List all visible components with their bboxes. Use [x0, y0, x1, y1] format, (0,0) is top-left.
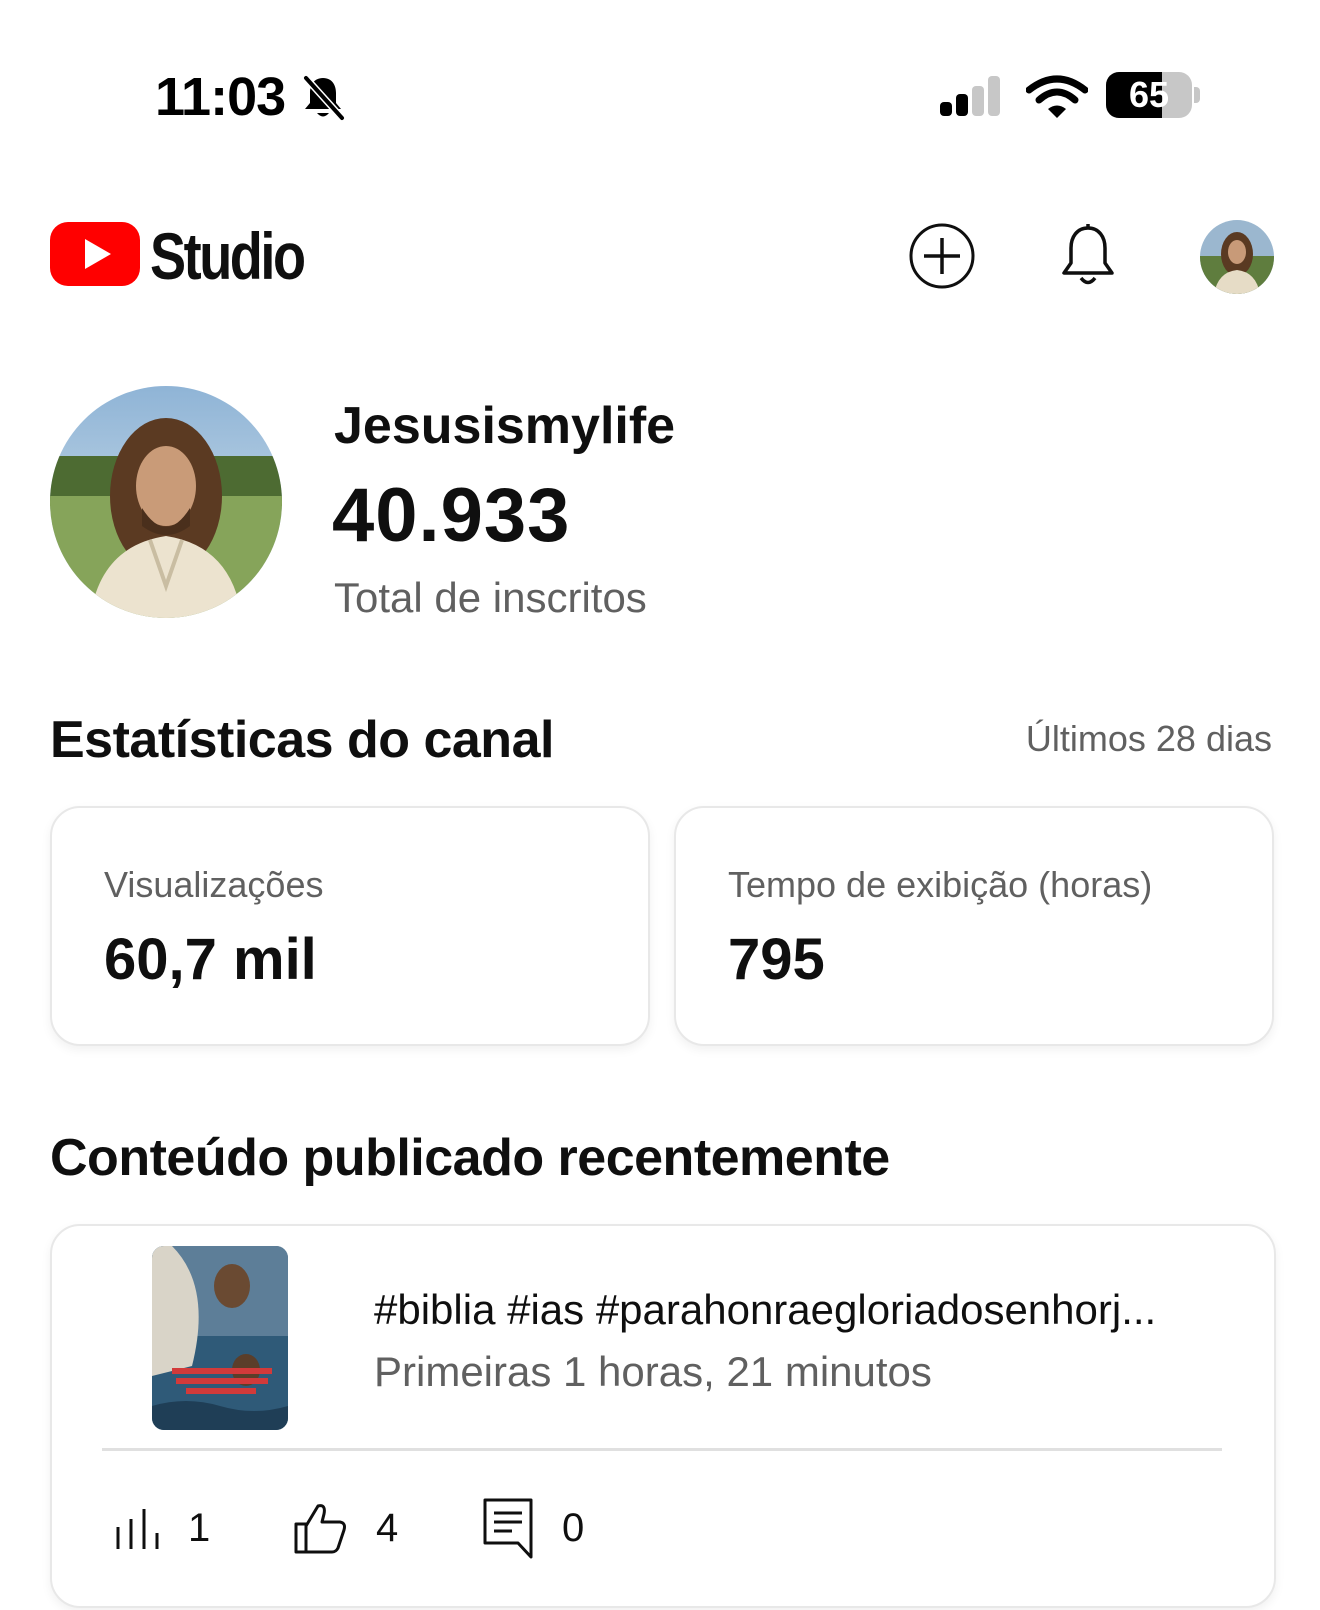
watch-time-label: Tempo de exibição (horas) [728, 864, 1153, 905]
thumbs-up-icon [294, 1504, 346, 1554]
account-avatar[interactable] [1200, 220, 1274, 294]
recent-video-card[interactable]: #biblia #ias #parahonraegloriadosenhorj.… [50, 1224, 1276, 1608]
comment-icon [483, 1498, 533, 1559]
stats-date-range: Últimos 28 dias [1025, 718, 1272, 759]
wifi-icon [1025, 74, 1089, 120]
channel-stats-title: Estatísticas do canal [50, 711, 554, 769]
views-value: 60,7 mil [104, 927, 317, 992]
divider [102, 1448, 1222, 1451]
views-metric: 1 [114, 1496, 210, 1560]
cellular-signal-icon [938, 74, 1006, 120]
youtube-logo-icon[interactable] [50, 222, 140, 286]
battery-level: 65 [1128, 74, 1170, 115]
views-label: Visualizações [104, 864, 324, 905]
create-icon [909, 223, 975, 289]
video-title[interactable]: #biblia #ias #parahonraegloriadosenhorj.… [374, 1286, 1224, 1334]
bar-chart-icon [116, 1509, 159, 1549]
video-thumbnail[interactable] [152, 1246, 288, 1430]
comments-count: 0 [562, 1505, 585, 1550]
channel-name: Jesusismylife [334, 397, 676, 455]
notifications-button[interactable] [1052, 220, 1124, 292]
subscriber-count-label: Total de inscritos [334, 574, 647, 621]
bell-muted-icon [300, 74, 346, 122]
views-count: 1 [188, 1505, 211, 1550]
comments-metric: 0 [482, 1496, 584, 1560]
views-stat-card[interactable]: Visualizações 60,7 mil [50, 806, 650, 1046]
create-button[interactable] [906, 220, 978, 292]
subscriber-count: 40.933 [332, 473, 571, 558]
watch-time-stat-card[interactable]: Tempo de exibição (horas) 795 [674, 806, 1274, 1046]
recent-content-title: Conteúdo publicado recentemente [50, 1129, 890, 1187]
likes-metric: 4 [292, 1496, 398, 1560]
bell-icon [1062, 224, 1114, 285]
watch-time-value: 795 [728, 927, 825, 992]
status-time: 11:03 [155, 67, 286, 127]
video-time-period: Primeiras 1 horas, 21 minutos [374, 1348, 932, 1395]
studio-brand[interactable]: Studio [150, 218, 306, 294]
battery-icon: 65 [1106, 72, 1202, 122]
channel-avatar[interactable] [50, 386, 282, 618]
likes-count: 4 [376, 1505, 399, 1550]
